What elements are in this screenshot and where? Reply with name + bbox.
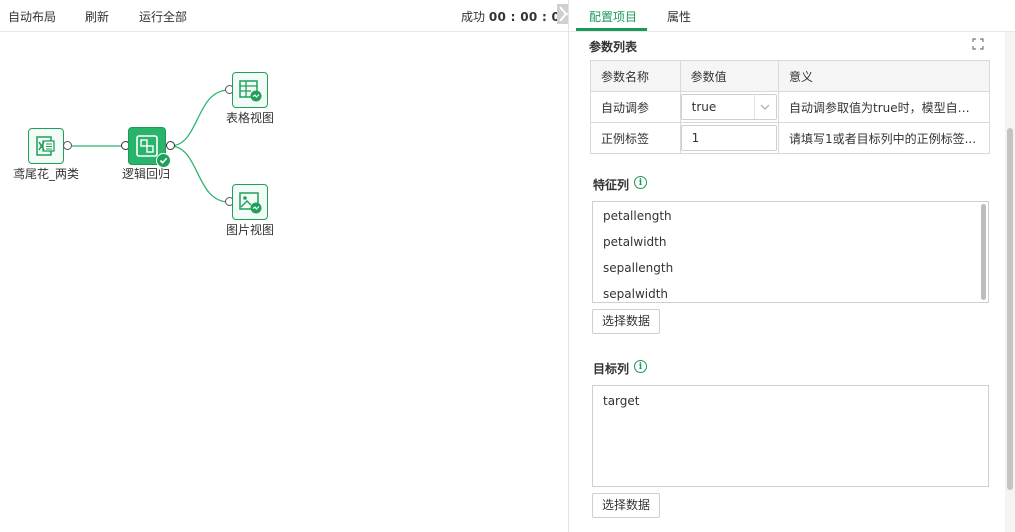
edge-model-to-table	[169, 89, 230, 147]
info-icon[interactable]: i	[634, 176, 647, 189]
target-section-title: 目标列	[593, 362, 630, 376]
feature-section-title: 特征列	[593, 178, 630, 192]
chevron-down-icon[interactable]	[753, 95, 776, 119]
auto-layout-button[interactable]: 自动布局	[8, 8, 56, 25]
model-output-port[interactable]	[166, 141, 175, 150]
edge-model-to-image	[169, 145, 230, 203]
panel-scrollbar-thumb[interactable]	[1007, 128, 1013, 490]
target-column-value: target	[603, 394, 640, 408]
param-table: 参数名称 参数值 意义 自动调参 true 自动调参取值为true时，模型自动.…	[590, 60, 991, 154]
column-header-value: 参数值	[679, 60, 779, 92]
column-header-meaning: 意义	[777, 60, 991, 92]
source-output-port[interactable]	[63, 141, 72, 150]
auto-tune-value: true	[691, 100, 717, 114]
workflow-canvas[interactable]: 鸢尾花_两类 逻辑回归 表格视图 图片视图	[0, 33, 568, 532]
fullscreen-icon[interactable]	[972, 38, 984, 50]
tab-config[interactable]: 配置项目	[589, 8, 637, 25]
list-scrollbar[interactable]	[981, 204, 986, 300]
run-status: 成功 00 : 00 : 04	[461, 8, 569, 25]
active-tab-indicator	[576, 28, 647, 31]
positive-label-input[interactable]: 1	[681, 125, 777, 151]
tab-properties[interactable]: 属性	[667, 8, 691, 25]
node-table-view[interactable]	[232, 72, 268, 108]
status-label: 成功	[461, 10, 486, 24]
param-meaning: 自动调参取值为true时，模型自动...	[788, 100, 979, 115]
select-feature-data-button[interactable]: 选择数据	[592, 309, 661, 334]
table-row: 自动调参 true 自动调参取值为true时，模型自动...	[590, 91, 991, 123]
table-view-icon	[239, 80, 262, 102]
excel-icon	[36, 136, 55, 156]
feature-column-list[interactable]: petallength petalwidth sepallength sepal…	[592, 201, 989, 303]
info-icon[interactable]: i	[634, 360, 647, 373]
config-panel: 配置项目 属性 参数列表 参数名称 参数值 意义 自动调参 true 自动调参取…	[569, 0, 1015, 532]
param-meaning: 请填写1或者目标列中的正例标签...	[788, 131, 977, 146]
list-item[interactable]: petalwidth	[593, 229, 988, 255]
column-header-name: 参数名称	[590, 60, 681, 92]
table-view-node-label: 表格视图	[226, 111, 275, 125]
refresh-button[interactable]: 刷新	[85, 8, 109, 25]
panel-scrollbar-track[interactable]	[1005, 32, 1015, 532]
workflow-edges	[68, 89, 230, 203]
target-column-field[interactable]: target	[592, 385, 989, 487]
image-view-icon	[239, 192, 262, 214]
run-all-button[interactable]: 运行全部	[139, 8, 187, 25]
image-view-node-label: 图片视图	[226, 223, 275, 237]
auto-tune-select[interactable]: true	[681, 94, 777, 120]
param-section-title: 参数列表	[589, 40, 638, 54]
table-row: 正例标签 1 请填写1或者目标列中的正例标签...	[590, 122, 991, 154]
panel-tabs: 配置项目 属性	[569, 0, 1015, 32]
source-node-label: 鸢尾花_两类	[13, 167, 80, 181]
model-node-label: 逻辑回归	[122, 167, 171, 181]
list-item[interactable]: sepallength	[593, 255, 988, 281]
param-name: 自动调参	[590, 91, 681, 123]
list-item[interactable]: sepalwidth	[593, 281, 988, 302]
node-image-view[interactable]	[232, 184, 268, 220]
select-target-data-button[interactable]: 选择数据	[592, 493, 661, 518]
param-table-header-row: 参数名称 参数值 意义	[590, 60, 991, 92]
list-item[interactable]: petallength	[593, 203, 988, 229]
param-name: 正例标签	[590, 122, 681, 154]
node-source-dataset[interactable]	[28, 128, 64, 164]
canvas-toolbar: 自动布局 刷新 运行全部 成功 00 : 00 : 04	[0, 0, 577, 32]
